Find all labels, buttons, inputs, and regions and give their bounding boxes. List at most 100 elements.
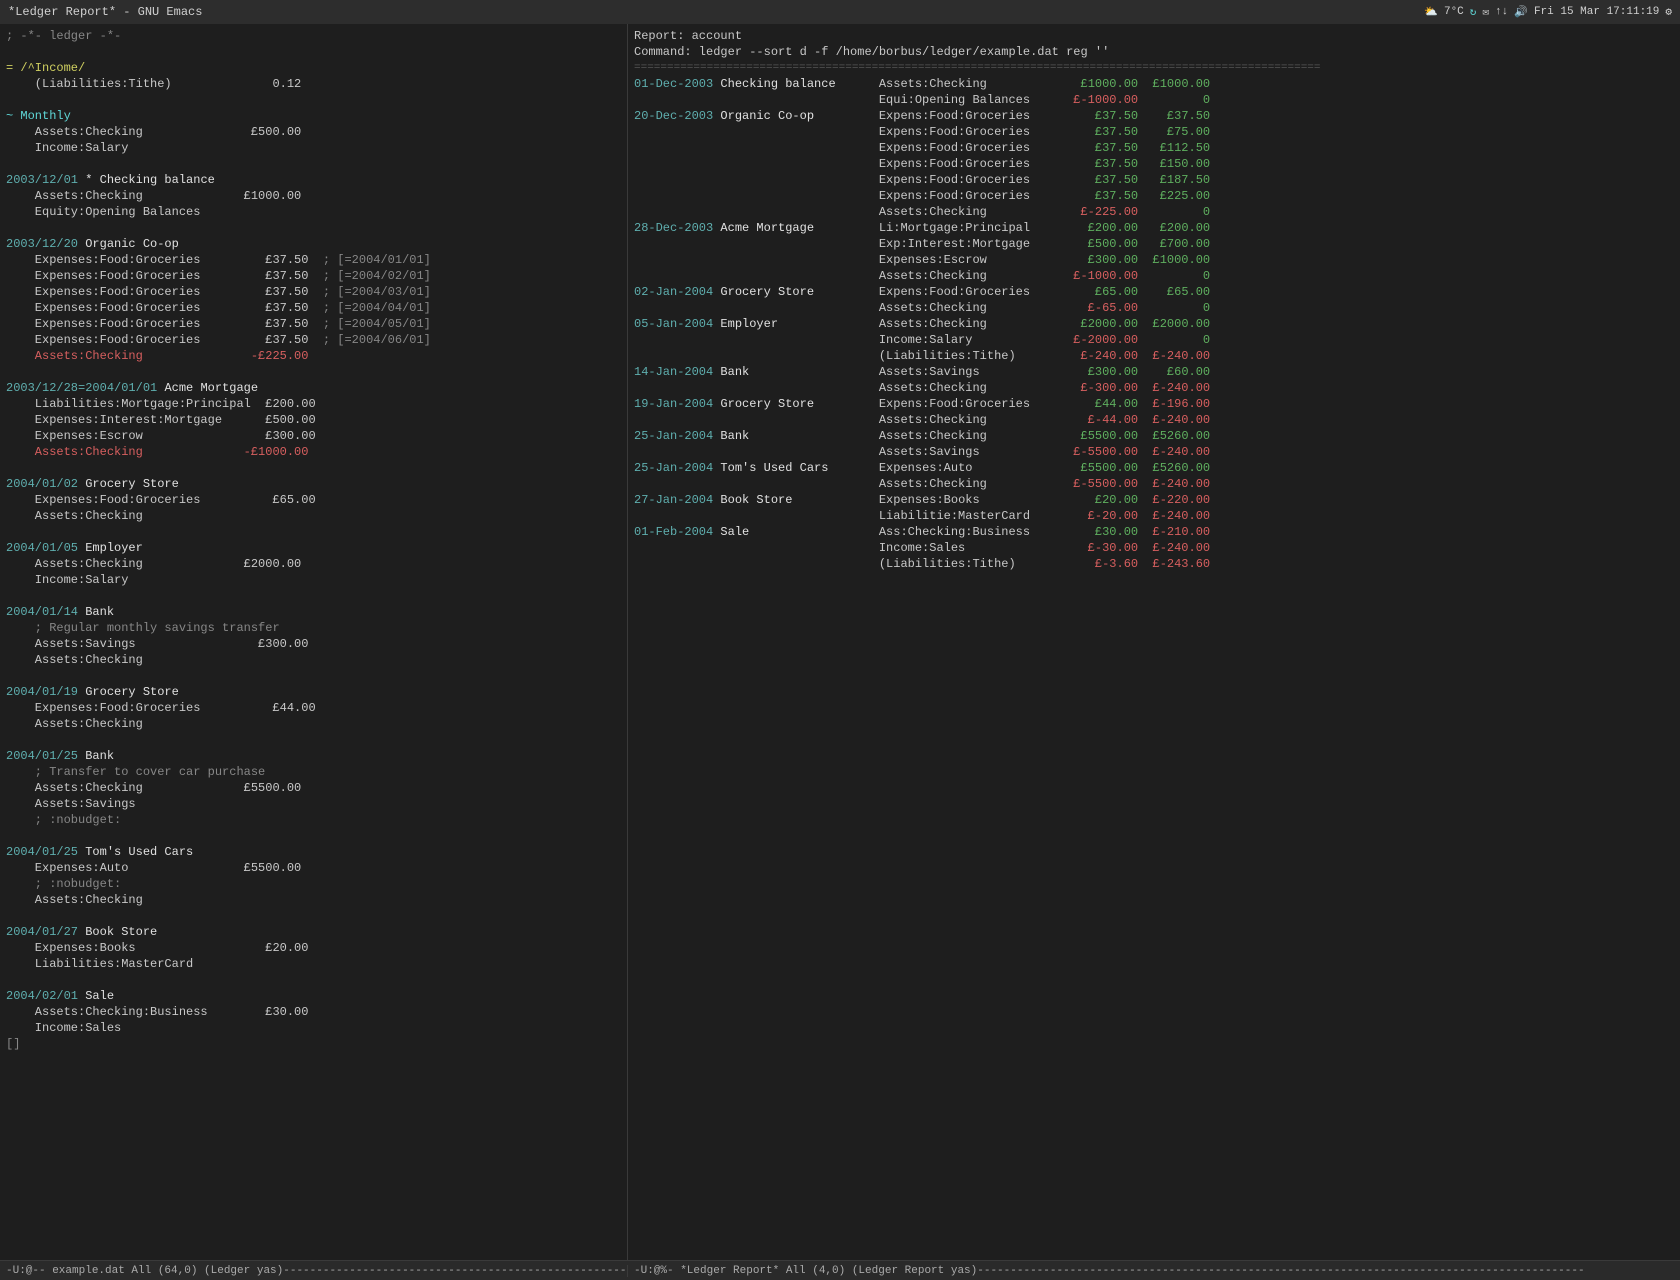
ledger-entry-row: Expens:Food:Groceries £37.50 £225.00 <box>634 188 1674 204</box>
ledger-entry-row: Equi:Opening Balances £-1000.00 0 <box>634 92 1674 108</box>
title-bar-left: *Ledger Report* - GNU Emacs <box>8 5 202 19</box>
code-line: 2004/01/14 Bank <box>6 604 621 620</box>
ledger-entry-row: Assets:Checking £-44.00 £-240.00 <box>634 412 1674 428</box>
code-line: Expenses:Food:Groceries £37.50 ; [=2004/… <box>6 316 621 332</box>
status-right: -U:@%- *Ledger Report* All (4,0) (Ledger… <box>628 1265 1680 1277</box>
code-line: 2004/02/01 Sale <box>6 988 621 1004</box>
ledger-entry-row: Assets:Checking £-225.00 0 <box>634 204 1674 220</box>
code-line: Expenses:Interest:Mortgage £500.00 <box>6 412 621 428</box>
code-line <box>6 460 621 476</box>
report-header: Report: account <box>634 28 1674 44</box>
title-bar: *Ledger Report* - GNU Emacs ⛅ 7°C ↻ ✉ ↑↓… <box>0 0 1680 24</box>
code-line: ; Transfer to cover car purchase <box>6 764 621 780</box>
code-line: 2004/01/25 Tom's Used Cars <box>6 844 621 860</box>
datetime: Fri 15 Mar 17:11:19 <box>1534 6 1659 18</box>
code-line <box>6 364 621 380</box>
code-line: Expenses:Food:Groceries £37.50 ; [=2004/… <box>6 332 621 348</box>
mail-icon[interactable]: ✉ <box>1482 5 1489 19</box>
ledger-entry-row: Income:Sales £-30.00 £-240.00 <box>634 540 1674 556</box>
ledger-entry-row: Assets:Checking £-300.00 £-240.00 <box>634 380 1674 396</box>
code-line: Income:Salary <box>6 572 621 588</box>
left-pane: ; -*- ledger -*- = /^Income/ (Liabilitie… <box>0 24 628 1260</box>
temperature: 7°C <box>1444 6 1464 18</box>
ledger-entry-row: 01-Dec-2003 Checking balance Assets:Chec… <box>634 76 1674 92</box>
code-line: ; :nobudget: <box>6 876 621 892</box>
reload-icon[interactable]: ↻ <box>1470 5 1477 19</box>
status-left: -U:@-- example.dat All (64,0) (Ledger ya… <box>0 1265 628 1277</box>
settings-icon[interactable]: ⚙ <box>1665 5 1672 19</box>
code-line: Assets:Checking <box>6 508 621 524</box>
code-line: 2003/12/28=2004/01/01 Acme Mortgage <box>6 380 621 396</box>
code-line: Expenses:Food:Groceries £37.50 ; [=2004/… <box>6 300 621 316</box>
code-line <box>6 828 621 844</box>
ledger-entry-row: Expens:Food:Groceries £37.50 £112.50 <box>634 140 1674 156</box>
main-area: ; -*- ledger -*- = /^Income/ (Liabilitie… <box>0 24 1680 1260</box>
code-line: Assets:Savings <box>6 796 621 812</box>
code-line: 2003/12/20 Organic Co-op <box>6 236 621 252</box>
code-line: 2003/12/01 * Checking balance <box>6 172 621 188</box>
ledger-entry-row: 25-Jan-2004 Tom's Used Cars Expenses:Aut… <box>634 460 1674 476</box>
code-line: Assets:Checking -£1000.00 <box>6 444 621 460</box>
code-line: [] <box>6 1036 621 1052</box>
ledger-entry-row: 20-Dec-2003 Organic Co-op Expens:Food:Gr… <box>634 108 1674 124</box>
code-line <box>6 668 621 684</box>
title-bar-right: ⛅ 7°C ↻ ✉ ↑↓ 🔊 Fri 15 Mar 17:11:19 ⚙ <box>1424 5 1672 19</box>
ledger-entry-row: 01-Feb-2004 Sale Ass:Checking:Business £… <box>634 524 1674 540</box>
code-line: 2004/01/19 Grocery Store <box>6 684 621 700</box>
code-line <box>6 732 621 748</box>
command-line: Command: ledger --sort d -f /home/borbus… <box>634 44 1674 60</box>
code-line: 2004/01/25 Bank <box>6 748 621 764</box>
ledger-entry-row: Expens:Food:Groceries £37.50 £150.00 <box>634 156 1674 172</box>
code-line <box>6 588 621 604</box>
ledger-entry-row: 28-Dec-2003 Acme Mortgage Li:Mortgage:Pr… <box>634 220 1674 236</box>
code-line: Expenses:Books £20.00 <box>6 940 621 956</box>
code-line: Liabilities:Mortgage:Principal £200.00 <box>6 396 621 412</box>
code-line: Assets:Checking <box>6 892 621 908</box>
code-line <box>6 92 621 108</box>
code-line: Assets:Checking £1000.00 <box>6 188 621 204</box>
window-title: *Ledger Report* - GNU Emacs <box>8 5 202 19</box>
ledger-entry-row: (Liabilities:Tithe) £-240.00 £-240.00 <box>634 348 1674 364</box>
right-pane: Report: accountCommand: ledger --sort d … <box>628 24 1680 1260</box>
code-line: Assets:Checking:Business £30.00 <box>6 1004 621 1020</box>
code-line <box>6 156 621 172</box>
code-line: 2004/01/05 Employer <box>6 540 621 556</box>
ledger-entry-row: 27-Jan-2004 Book Store Expenses:Books £2… <box>634 492 1674 508</box>
volume-icon[interactable]: 🔊 <box>1514 5 1528 19</box>
code-line: 2004/01/02 Grocery Store <box>6 476 621 492</box>
code-line: Assets:Savings £300.00 <box>6 636 621 652</box>
ledger-entry-row: 19-Jan-2004 Grocery Store Expens:Food:Gr… <box>634 396 1674 412</box>
code-line: = /^Income/ <box>6 60 621 76</box>
status-bar: -U:@-- example.dat All (64,0) (Ledger ya… <box>0 1260 1680 1280</box>
ledger-entry-row: 02-Jan-2004 Grocery Store Expens:Food:Gr… <box>634 284 1674 300</box>
code-line: 2004/01/27 Book Store <box>6 924 621 940</box>
code-line: Assets:Checking £5500.00 <box>6 780 621 796</box>
code-line: Expenses:Food:Groceries £44.00 <box>6 700 621 716</box>
ledger-entry-row: Liabilitie:MasterCard £-20.00 £-240.00 <box>634 508 1674 524</box>
ledger-entry-row: Income:Salary £-2000.00 0 <box>634 332 1674 348</box>
code-line <box>6 972 621 988</box>
separator: ========================================… <box>634 60 1674 76</box>
code-line: ; -*- ledger -*- <box>6 28 621 44</box>
ledger-entry-row: Assets:Savings £-5500.00 £-240.00 <box>634 444 1674 460</box>
code-line: Assets:Checking <box>6 652 621 668</box>
ledger-entry-row: Exp:Interest:Mortgage £500.00 £700.00 <box>634 236 1674 252</box>
code-line: Assets:Checking <box>6 716 621 732</box>
ledger-entry-row: 14-Jan-2004 Bank Assets:Savings £300.00 … <box>634 364 1674 380</box>
code-line: Income:Sales <box>6 1020 621 1036</box>
code-line <box>6 44 621 60</box>
ledger-entry-row: Assets:Checking £-1000.00 0 <box>634 268 1674 284</box>
network-icon[interactable]: ↑↓ <box>1495 6 1508 18</box>
code-line: Expenses:Escrow £300.00 <box>6 428 621 444</box>
code-line: (Liabilities:Tithe) 0.12 <box>6 76 621 92</box>
ledger-entry-row: Expenses:Escrow £300.00 £1000.00 <box>634 252 1674 268</box>
ledger-entry-row: Assets:Checking £-5500.00 £-240.00 <box>634 476 1674 492</box>
ledger-entry-row: 05-Jan-2004 Employer Assets:Checking £20… <box>634 316 1674 332</box>
ledger-entry-row: 25-Jan-2004 Bank Assets:Checking £5500.0… <box>634 428 1674 444</box>
code-line: Equity:Opening Balances <box>6 204 621 220</box>
weather-icon: ⛅ <box>1424 5 1438 19</box>
code-line: Assets:Checking £2000.00 <box>6 556 621 572</box>
code-line: Income:Salary <box>6 140 621 156</box>
code-line: Expenses:Food:Groceries £37.50 ; [=2004/… <box>6 284 621 300</box>
code-line: Expenses:Food:Groceries £37.50 ; [=2004/… <box>6 268 621 284</box>
